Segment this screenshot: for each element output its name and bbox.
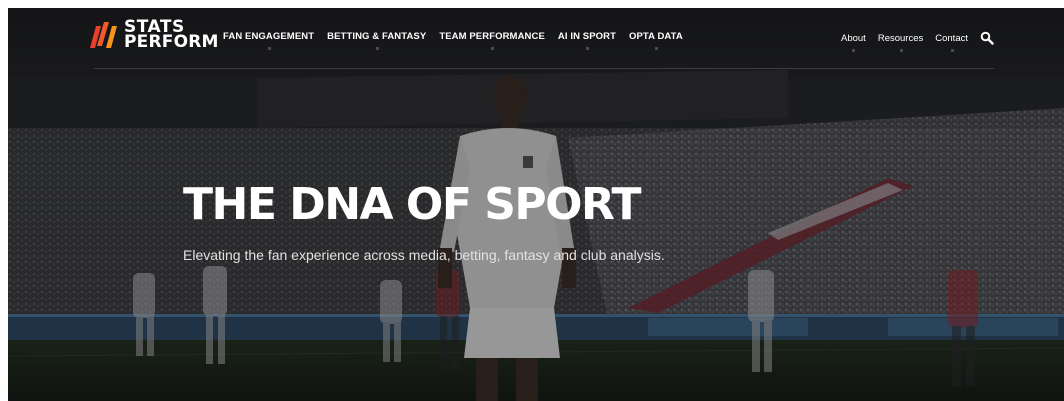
stats-perform-logo[interactable]: STATS PERFORM [90, 19, 219, 52]
hero-subtitle: Elevating the fan experience across medi… [183, 247, 665, 263]
nav-item-opta-data[interactable]: OPTA DATA [629, 31, 683, 50]
nav-label: Contact [935, 32, 968, 44]
nav-label: Resources [877, 32, 924, 44]
nav-label: About [841, 32, 866, 44]
nav-indicator [585, 47, 589, 50]
nav-item-fan-engagement[interactable]: FAN ENGAGEMENT [223, 31, 315, 50]
nav-label: BETTING & FANTASY [327, 31, 427, 42]
nav-indicator [654, 47, 658, 50]
nav-item-about[interactable]: About [841, 32, 866, 52]
search-button[interactable] [980, 31, 994, 45]
main-navigation: FAN ENGAGEMENT BETTING & FANTASY TEAM PE… [223, 31, 683, 50]
nav-label: TEAM PERFORMANCE [439, 31, 545, 42]
nav-label: AI IN SPORT [557, 31, 616, 42]
logo-mark-icon [90, 22, 117, 48]
nav-item-resources[interactable]: Resources [877, 32, 924, 52]
nav-item-ai-in-sport[interactable]: AI IN SPORT [557, 31, 616, 50]
site-header: STATS PERFORM FAN ENGAGEMENT BETTING & F… [8, 8, 1064, 70]
search-icon [980, 31, 994, 45]
nav-item-contact[interactable]: Contact [935, 32, 968, 52]
nav-indicator [491, 47, 495, 50]
logo-line-2: PERFORM [124, 32, 219, 52]
nav-indicator [852, 48, 856, 52]
hero-title: THE DNA OF SPORT [183, 179, 641, 230]
nav-label: FAN ENGAGEMENT [223, 31, 315, 42]
nav-indicator [375, 47, 379, 50]
utility-navigation: About Resources Contact [841, 31, 994, 52]
nav-item-betting-fantasy[interactable]: BETTING & FANTASY [327, 31, 427, 50]
nav-label: OPTA DATA [629, 31, 683, 42]
header-divider [94, 68, 994, 69]
logo-wordmark: STATS PERFORM [124, 19, 219, 52]
nav-indicator [950, 48, 954, 52]
nav-indicator [267, 47, 271, 50]
nav-indicator [899, 48, 903, 52]
nav-item-team-performance[interactable]: TEAM PERFORMANCE [439, 31, 545, 50]
page-frame: STATS PERFORM FAN ENGAGEMENT BETTING & F… [8, 8, 1064, 401]
